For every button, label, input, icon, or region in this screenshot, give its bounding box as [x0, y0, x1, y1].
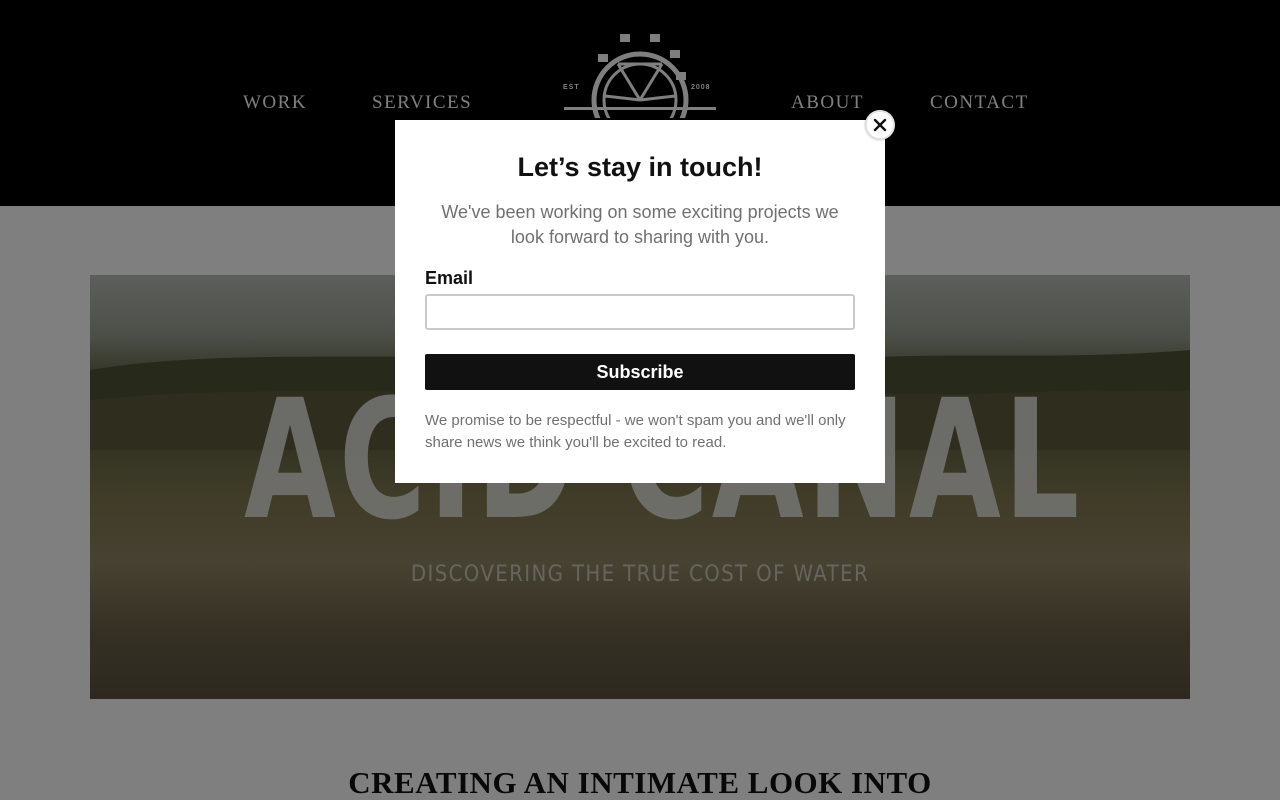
email-field[interactable]: [425, 294, 855, 330]
popup-description: We've been working on some exciting proj…: [441, 202, 839, 247]
close-icon: [873, 118, 887, 132]
email-label: Email: [425, 268, 474, 288]
privacy-promise-text: We promise to be respectful - we won't s…: [425, 412, 846, 451]
popup-title: Let’s stay in touch!: [517, 152, 763, 182]
subscribe-button[interactable]: Subscribe: [425, 354, 855, 390]
newsletter-popup: Let’s stay in touch! We've been working …: [395, 120, 885, 483]
close-popup-button[interactable]: [865, 110, 895, 140]
